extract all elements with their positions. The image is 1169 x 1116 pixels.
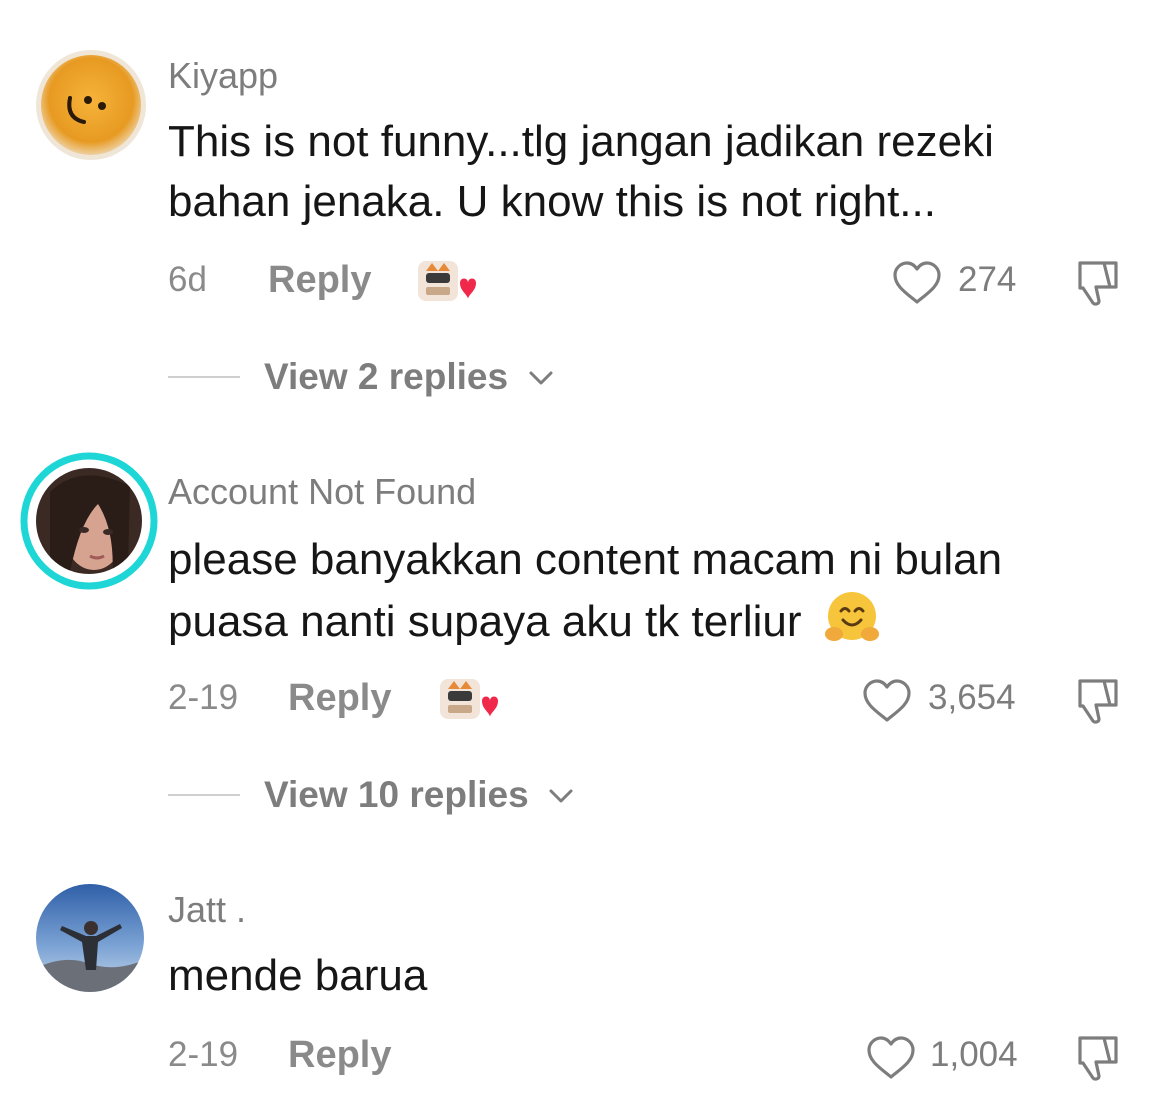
comment-text: This is not funny...tlg jangan jadikan r… [168, 117, 994, 226]
view-replies-button[interactable]: View 2 replies [0, 354, 1169, 400]
comment-item: Jatt . mende barua 2-19 Reply 1,004 [0, 840, 1169, 1116]
dislike-icon[interactable] [1070, 677, 1122, 725]
hugging-face-emoji-icon [824, 592, 879, 641]
comment-item: Kiyapp This is not funny...tlg jangan ja… [0, 0, 1169, 420]
dislike-icon[interactable] [1070, 259, 1122, 307]
comment-meta: 6d Reply 274 [0, 255, 1169, 307]
divider [168, 376, 240, 378]
reply-button[interactable]: Reply [268, 255, 371, 305]
like-count: 1,004 [930, 1035, 1018, 1074]
comment-meta: 2-19 Reply 3,654 [0, 673, 1169, 725]
view-replies-label: View 10 replies [264, 774, 529, 815]
creator-liked-sticker-icon [418, 261, 476, 301]
comment-time: 6d [168, 260, 207, 299]
reply-button[interactable]: Reply [288, 1030, 391, 1080]
view-replies-button[interactable]: View 10 replies [0, 772, 1169, 818]
divider [168, 794, 240, 796]
reply-button[interactable]: Reply [288, 673, 391, 723]
comment-time: 2-19 [168, 1035, 239, 1074]
heart-icon[interactable] [862, 679, 912, 723]
heart-icon[interactable] [892, 261, 942, 305]
comment-username[interactable]: Kiyapp [168, 56, 278, 96]
chevron-down-icon [529, 371, 553, 385]
avatar[interactable] [36, 884, 144, 992]
comment-username[interactable]: Jatt . [168, 890, 246, 930]
comment-text: please banyakkan content macam ni bulan … [168, 530, 1128, 652]
view-replies-label: View 2 replies [264, 356, 509, 397]
avatar[interactable] [36, 50, 146, 160]
comment-time: 2-19 [168, 678, 239, 717]
comment-meta: 2-19 Reply 1,004 [0, 1030, 1169, 1082]
avatar[interactable] [20, 452, 158, 590]
comment-username[interactable]: Account Not Found [168, 472, 476, 512]
like-count: 274 [958, 260, 1017, 299]
comment-item: Account Not Found please banyakkan conte… [0, 420, 1169, 840]
dislike-icon[interactable] [1070, 1034, 1122, 1082]
chevron-down-icon [549, 789, 573, 803]
creator-liked-sticker-icon [440, 679, 498, 719]
like-count: 3,654 [928, 678, 1016, 717]
comment-text: mende barua [168, 951, 428, 1000]
heart-icon[interactable] [866, 1036, 916, 1080]
